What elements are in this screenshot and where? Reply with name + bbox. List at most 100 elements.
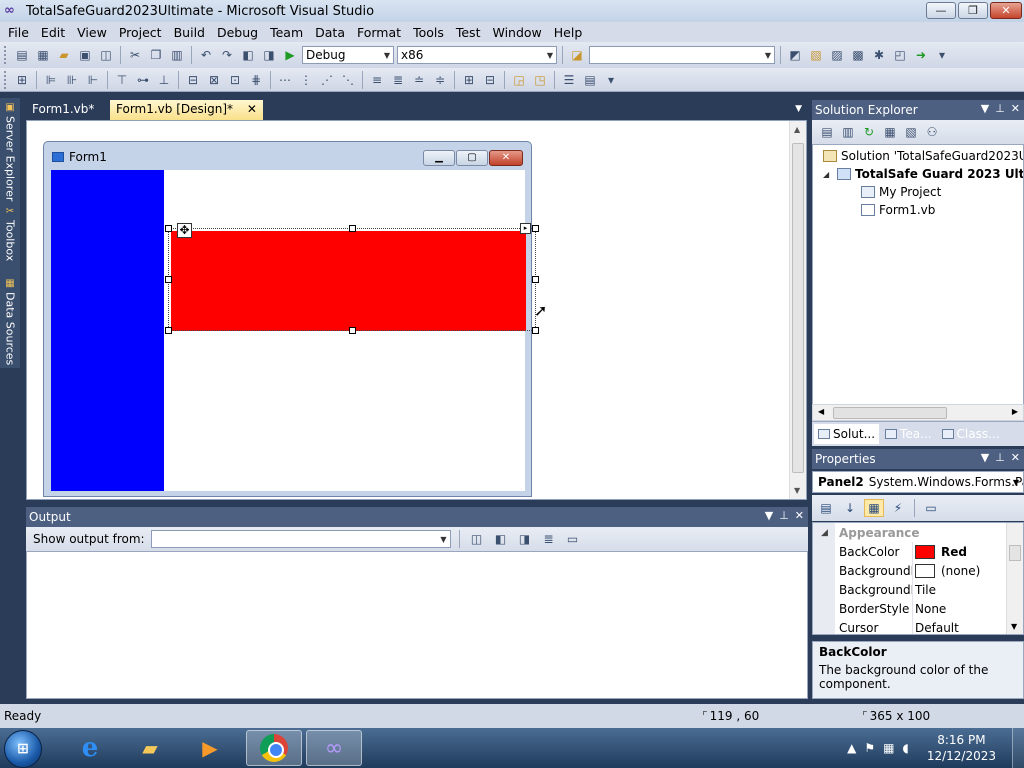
tree-item-my-project[interactable]: My Project: [861, 185, 941, 199]
action-center-icon[interactable]: ⚑: [864, 741, 875, 755]
close-icon[interactable]: ✕: [1011, 451, 1020, 464]
solution-platform-select[interactable]: x86 ▼: [397, 46, 557, 64]
menu-help[interactable]: Help: [548, 25, 589, 40]
visual-studio-taskbar-icon[interactable]: ∞: [306, 730, 362, 766]
cut-icon[interactable]: ✂: [126, 46, 144, 64]
make-same-size-icon[interactable]: ⊡: [226, 71, 244, 89]
show-output-from-select[interactable]: ▼: [150, 530, 451, 548]
save-icon[interactable]: ▣: [76, 46, 94, 64]
category-row[interactable]: ◢ Appearance: [813, 523, 1008, 542]
resize-handle[interactable]: [165, 225, 172, 232]
property-row-borderstyle[interactable]: BorderStyle None: [813, 599, 1008, 618]
events-icon[interactable]: ⚡: [888, 499, 908, 517]
file-explorer-icon[interactable]: ▰: [122, 730, 178, 766]
align-rights-icon[interactable]: ⊩: [84, 71, 102, 89]
property-grid-scrollbar[interactable]: ▼: [1006, 523, 1023, 634]
collapse-arrow-icon[interactable]: ◢: [823, 170, 833, 179]
vertical-spacing-equal-icon[interactable]: ≡: [368, 71, 386, 89]
undo-icon[interactable]: ↶: [197, 46, 215, 64]
vertical-spacing-increase-icon[interactable]: ≣: [389, 71, 407, 89]
menu-test[interactable]: Test: [450, 25, 487, 40]
copy-icon[interactable]: ❐: [147, 46, 165, 64]
open-file-icon[interactable]: ▰: [55, 46, 73, 64]
tab-team-explorer[interactable]: Tea...: [881, 424, 935, 444]
property-grid-divider[interactable]: [912, 542, 913, 634]
find-combo[interactable]: ▼: [589, 46, 775, 64]
scroll-thumb[interactable]: [1009, 545, 1021, 561]
scroll-thumb[interactable]: [833, 407, 947, 419]
tree-item-form1[interactable]: Form1.vb: [861, 203, 935, 217]
categorized-icon[interactable]: ▤: [816, 499, 836, 517]
property-value[interactable]: Red: [915, 544, 1005, 559]
send-to-back-icon[interactable]: ◳: [531, 71, 549, 89]
find-in-files-icon[interactable]: ◪: [568, 46, 586, 64]
toolbox-tab[interactable]: ✂ Toolbox: [2, 206, 18, 261]
menu-team[interactable]: Team: [264, 25, 309, 40]
media-player-icon[interactable]: ▶: [182, 730, 238, 766]
horizontal-spacing-equal-icon[interactable]: ⋯: [276, 71, 294, 89]
new-project-icon[interactable]: ▤: [13, 46, 31, 64]
output-text-area[interactable]: [26, 551, 808, 699]
view-designer-icon[interactable]: ▧: [902, 123, 920, 141]
auto-hide-pin-icon[interactable]: ⊥: [995, 451, 1005, 464]
object-browser-icon[interactable]: ▨: [828, 46, 846, 64]
minimize-button[interactable]: —: [926, 2, 956, 19]
size-to-grid-icon[interactable]: ⋕: [247, 71, 265, 89]
scroll-left-icon[interactable]: ◀: [818, 407, 824, 416]
panel1-blue[interactable]: [51, 170, 164, 491]
find-message-icon[interactable]: ◫: [468, 530, 486, 548]
redo-icon[interactable]: ↷: [218, 46, 236, 64]
menu-window[interactable]: Window: [486, 25, 547, 40]
scroll-down-icon[interactable]: ▼: [794, 486, 800, 495]
tab-solution-explorer[interactable]: Solut...: [814, 424, 880, 444]
property-value[interactable]: (none): [915, 563, 1005, 578]
menu-debug[interactable]: Debug: [211, 25, 264, 40]
show-hidden-icons-icon[interactable]: ▲: [847, 741, 856, 755]
alphabetical-icon[interactable]: ↓: [840, 499, 860, 517]
vertical-spacing-remove-icon[interactable]: ≑: [431, 71, 449, 89]
add-item-icon[interactable]: ▦: [34, 46, 52, 64]
tab-form1-design[interactable]: Form1.vb [Design]* ✕: [110, 100, 263, 120]
menu-file[interactable]: File: [2, 25, 35, 40]
network-icon[interactable]: ▦: [883, 741, 894, 755]
resize-handle[interactable]: [532, 225, 539, 232]
resize-handle[interactable]: [532, 276, 539, 283]
tab-class-view[interactable]: Class...: [938, 424, 1004, 444]
next-message-icon[interactable]: ◨: [516, 530, 534, 548]
horizontal-spacing-decrease-icon[interactable]: ⋰: [318, 71, 336, 89]
window-position-icon[interactable]: ▼: [981, 451, 989, 464]
toolbox-icon[interactable]: ▩: [849, 46, 867, 64]
property-value[interactable]: None: [915, 602, 1005, 616]
horizontal-spacing-increase-icon[interactable]: ⋮: [297, 71, 315, 89]
align-to-grid-icon[interactable]: ⊞: [13, 71, 31, 89]
collapse-arrow-icon[interactable]: ◢: [821, 528, 839, 538]
make-same-width-icon[interactable]: ⊟: [184, 71, 202, 89]
data-sources-tab[interactable]: ▦ Data Sources: [2, 278, 18, 365]
auto-hide-pin-icon[interactable]: ⊥: [779, 509, 789, 522]
server-explorer-tab[interactable]: ▣ Server Explorer: [2, 102, 18, 201]
resize-handle[interactable]: [165, 276, 172, 283]
align-bottoms-icon[interactable]: ⊥: [155, 71, 173, 89]
toolbar-options-icon[interactable]: ▾: [602, 71, 620, 89]
align-tops-icon[interactable]: ⊤: [113, 71, 131, 89]
align-middles-icon[interactable]: ⊶: [134, 71, 152, 89]
chrome-icon[interactable]: [246, 730, 302, 766]
view-code-icon[interactable]: ▦: [881, 123, 899, 141]
paste-icon[interactable]: ▥: [168, 46, 186, 64]
start-page-icon[interactable]: ◰: [891, 46, 909, 64]
clock[interactable]: 8:16 PM 12/12/2023: [927, 732, 996, 764]
tree-item-solution[interactable]: Solution 'TotalSafeGuard2023Ulti: [823, 149, 1023, 163]
refresh-icon[interactable]: ↻: [860, 123, 878, 141]
window-position-icon[interactable]: ▼: [981, 102, 989, 115]
menu-view[interactable]: View: [71, 25, 113, 40]
property-pages-icon[interactable]: ▭: [921, 499, 941, 517]
properties-window-icon[interactable]: ▧: [807, 46, 825, 64]
tab-order-icon[interactable]: ☰: [560, 71, 578, 89]
menu-build[interactable]: Build: [168, 25, 211, 40]
bring-to-front-icon[interactable]: ◲: [510, 71, 528, 89]
solution-configuration-select[interactable]: Debug ▼: [302, 46, 394, 64]
close-button[interactable]: ✕: [990, 2, 1022, 19]
menu-project[interactable]: Project: [113, 25, 168, 40]
form-designer-surface[interactable]: Form1 ▁ ▢ ✕ ✥ ▸ ➚ ▲ ▼: [26, 120, 807, 500]
restore-button[interactable]: ❐: [958, 2, 988, 19]
